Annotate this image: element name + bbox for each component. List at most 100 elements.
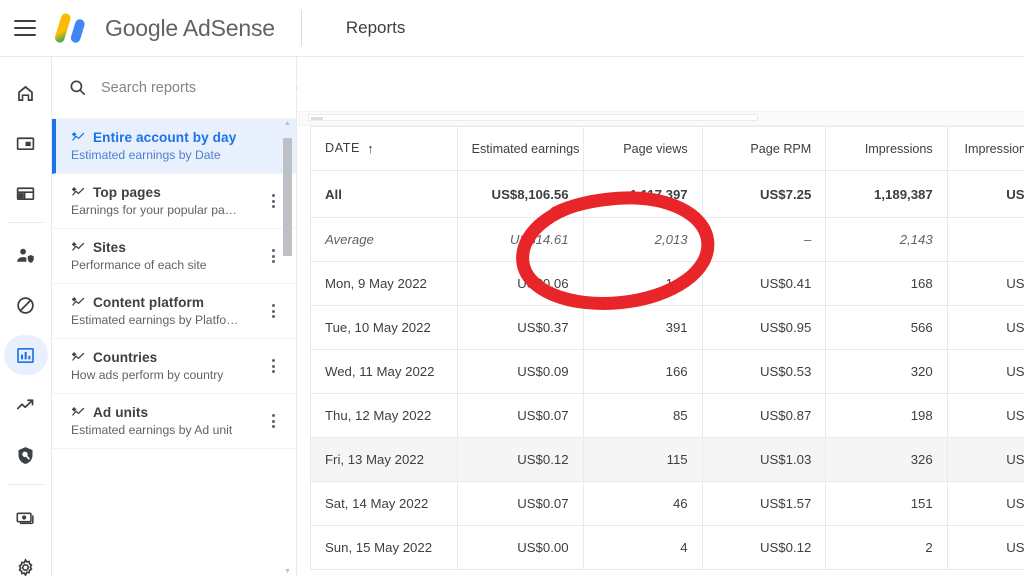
- trending-up-icon: [16, 398, 34, 409]
- rail-item-home[interactable]: [4, 73, 48, 113]
- rail-item-settings[interactable]: [4, 547, 48, 576]
- column-header-impression-rpm[interactable]: Impression RPM: [946, 126, 1024, 171]
- search-input[interactable]: [101, 79, 288, 96]
- rail-item-privacy[interactable]: [4, 235, 48, 275]
- column-header-page-rpm[interactable]: Page RPM: [701, 126, 827, 171]
- cell-estimated-earnings: US$14.61: [456, 217, 584, 262]
- table-head: DATE ↑ Estimated earnings Page views Page…: [310, 126, 1024, 171]
- cell-page-rpm: US$1.57: [701, 481, 827, 526]
- sidebar-item-overflow-menu-icon[interactable]: [266, 356, 280, 376]
- table-row-all[interactable]: All US$8,106.56 1,117,397 US$7.25 1,189,…: [310, 170, 1024, 218]
- cell-page-rpm: US$0.95: [701, 305, 827, 350]
- cell-impressions: 326: [825, 437, 948, 482]
- rail-item-sites[interactable]: [4, 173, 48, 213]
- ad-unit-icon: [16, 136, 35, 150]
- sites-layout-icon: [16, 186, 35, 200]
- cell-impression-rpm: US$0.37: [946, 393, 1024, 438]
- cell-estimated-earnings: US$0.07: [456, 481, 584, 526]
- table-row[interactable]: Thu, 12 May 2022 US$0.07 85 US$0.87 198 …: [310, 393, 1024, 438]
- sidebar-item-overflow-menu-icon[interactable]: [266, 191, 280, 211]
- table-row[interactable]: Tue, 10 May 2022 US$0.37 391 US$0.95 566…: [310, 305, 1024, 350]
- column-header-impressions[interactable]: Impressions: [825, 126, 948, 171]
- reports-sidebar-panel: Entire account by day Estimated earnings…: [52, 57, 313, 576]
- cell-page-views: 4: [582, 525, 703, 570]
- main-content: DATE ↑ Estimated earnings Page views Page…: [298, 57, 1024, 576]
- rail-item-optimization[interactable]: [4, 385, 48, 425]
- cell-page-rpm: US$1.03: [701, 437, 827, 482]
- rail-item-reports[interactable]: [3, 335, 48, 375]
- scrollbar-up-arrow-icon[interactable]: ▲: [284, 119, 291, 128]
- column-header-date[interactable]: DATE ↑: [310, 126, 458, 171]
- cell-date: Fri, 13 May 2022: [310, 437, 458, 482]
- rail-item-payments[interactable]: [4, 497, 48, 537]
- cell-impression-rpm: US$0.28: [946, 349, 1024, 394]
- cell-estimated-earnings: US$0.06: [456, 261, 584, 306]
- brand[interactable]: Google AdSense: [54, 11, 275, 45]
- table-row[interactable]: Wed, 11 May 2022 US$0.09 166 US$0.53 320…: [310, 349, 1024, 394]
- sidebar-item-entire-account-by-day[interactable]: Entire account by day Estimated earnings…: [52, 119, 296, 174]
- scrollbar-track[interactable]: [283, 128, 292, 567]
- sidebar-item-title: Sites: [93, 240, 126, 255]
- sidebar-item-title: Ad units: [93, 405, 149, 420]
- sidebar-item-countries[interactable]: Countries How ads perform by country: [52, 339, 296, 394]
- table-row-average[interactable]: Average US$14.61 2,013 – 2,143 –: [310, 217, 1024, 262]
- cell-impressions: 2,143: [825, 217, 948, 262]
- column-header-date-label: DATE: [325, 141, 361, 155]
- sidebar-item-overflow-menu-icon[interactable]: [266, 411, 280, 431]
- horizontal-scroll-thumb[interactable]: [308, 114, 758, 121]
- brand-name: Google AdSense: [105, 14, 275, 41]
- rail-item-brand-safety[interactable]: [4, 435, 48, 475]
- rail-item-ads[interactable]: [4, 123, 48, 163]
- cell-estimated-earnings: US$0.07: [456, 393, 584, 438]
- sidebar-item-subtitle: Performance of each site: [71, 258, 207, 272]
- cell-impression-rpm: US$0.25: [946, 525, 1024, 570]
- cell-page-rpm: US$7.25: [701, 170, 827, 218]
- cell-page-views: 115: [582, 437, 703, 482]
- sidebar-item-content-platform[interactable]: Content platform Estimated earnings by P…: [52, 284, 296, 339]
- sidebar-item-sites[interactable]: Sites Performance of each site: [52, 229, 296, 284]
- cell-impressions: 566: [825, 305, 948, 350]
- person-shield-icon: [17, 248, 34, 263]
- table-row-highlighted[interactable]: Fri, 13 May 2022 US$0.12 115 US$1.03 326…: [310, 437, 1024, 482]
- cell-impressions: 320: [825, 349, 948, 394]
- cell-page-views: 166: [582, 349, 703, 394]
- sidebar-item-overflow-menu-icon[interactable]: [266, 301, 280, 321]
- search-reports-row: [52, 57, 313, 119]
- table-row[interactable]: Mon, 9 May 2022 US$0.06 144 US$0.41 168 …: [310, 261, 1024, 306]
- cell-impressions: 198: [825, 393, 948, 438]
- sidebar-scrollbar[interactable]: ▲ ▼: [283, 119, 292, 576]
- cell-page-views: 144: [582, 261, 703, 306]
- cell-estimated-earnings: US$0.00: [456, 525, 584, 570]
- hamburger-icon[interactable]: [14, 20, 36, 36]
- column-header-page-views[interactable]: Page views: [582, 126, 703, 171]
- scrollbar-thumb[interactable]: [283, 138, 292, 256]
- table-row[interactable]: Sat, 14 May 2022 US$0.07 46 US$1.57 151 …: [310, 481, 1024, 526]
- cell-impression-rpm: US$6.82: [946, 170, 1024, 218]
- table-row[interactable]: Sun, 15 May 2022 US$0.00 4 US$0.12 2 US$…: [310, 525, 1024, 570]
- cell-page-views: 85: [582, 393, 703, 438]
- column-header-estimated-earnings[interactable]: Estimated earnings: [456, 126, 584, 171]
- sidebar-item-title: Content platform: [93, 295, 205, 310]
- cell-impression-rpm: US$0.66: [946, 305, 1024, 350]
- cell-date: Sun, 15 May 2022: [310, 525, 458, 570]
- cell-impression-rpm: US$0.35: [946, 261, 1024, 306]
- sidebar-item-subtitle: Earnings for your popular pa…: [71, 203, 237, 217]
- sidebar-item-ad-units[interactable]: Ad units Estimated earnings by Ad unit: [52, 394, 296, 449]
- sidebar-item-overflow-menu-icon[interactable]: [266, 246, 280, 266]
- sidebar-item-top-pages[interactable]: Top pages Earnings for your popular pa…: [52, 174, 296, 229]
- report-sparkline-icon: [71, 187, 85, 196]
- rail-item-blocking-controls[interactable]: [4, 285, 48, 325]
- top-app-bar: Google AdSense Reports: [0, 0, 1024, 57]
- scrollbar-down-arrow-icon[interactable]: ▼: [284, 567, 291, 576]
- cell-page-rpm: –: [701, 217, 827, 262]
- report-sparkline-icon: [71, 297, 85, 306]
- page-title: Reports: [345, 18, 406, 37]
- report-sparkline-icon: [71, 242, 85, 251]
- sidebar-item-subtitle: Estimated earnings by Date: [71, 148, 221, 162]
- rail-divider-2: [7, 484, 44, 485]
- table-body: All US$8,106.56 1,117,397 US$7.25 1,189,…: [310, 170, 1024, 570]
- cell-impression-rpm: US$0.48: [946, 481, 1024, 526]
- sidebar-item-title: Countries: [93, 350, 158, 365]
- cell-estimated-earnings: US$0.09: [456, 349, 584, 394]
- table-horizontal-scrollbar[interactable]: [298, 112, 1024, 126]
